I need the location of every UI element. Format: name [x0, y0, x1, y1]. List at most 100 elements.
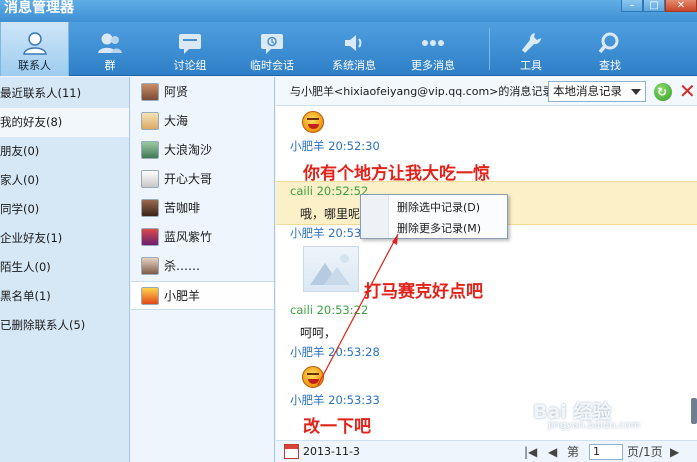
close-icon: ✕: [676, 0, 686, 11]
angry-emoticon-icon: [302, 366, 324, 388]
annotation-text: 打马赛克好点吧: [364, 282, 483, 302]
friend-name: 阿贤: [164, 85, 189, 99]
tools-button[interactable]: 工具: [499, 22, 563, 76]
page-number-input[interactable]: 1: [589, 444, 623, 460]
category-family[interactable]: 家人(0): [0, 166, 129, 195]
search-icon: [598, 32, 619, 54]
menu-icon-stripe: [361, 195, 389, 238]
page-prefix: 第: [567, 445, 580, 459]
tab-discussions-label: 讨论组: [173, 59, 207, 72]
tab-contacts[interactable]: 联系人: [0, 22, 69, 76]
avatar: [141, 83, 159, 101]
refresh-icon: ↻: [657, 85, 668, 99]
avatar: [141, 141, 159, 159]
watermark-url: jingyan.baidu.com: [548, 420, 641, 431]
category-enterprise[interactable]: 企业好友(1): [0, 224, 129, 253]
tab-system-messages-label: 系统消息: [332, 59, 376, 72]
wrench-icon: [522, 33, 542, 53]
friend-name: 大海: [164, 114, 189, 128]
friend-name: 蓝风紫竹: [164, 230, 213, 244]
avatar: [141, 199, 159, 217]
annotation-text: 你有个地方让我大吃一惊: [303, 164, 490, 184]
message-sender-line: caili 20:53:22: [290, 303, 369, 317]
delete-button[interactable]: ✕: [679, 79, 696, 103]
friend-item[interactable]: 大海: [131, 107, 274, 136]
tab-groups[interactable]: 群: [78, 22, 142, 76]
prev-page-button[interactable]: ◀: [548, 441, 557, 462]
category-my-friends[interactable]: 我的好友(8): [0, 108, 129, 137]
message-sender-line: 小肥羊 20:53:28: [290, 345, 380, 359]
avatar: [141, 257, 159, 275]
tab-more-messages-label: 更多消息: [411, 59, 455, 72]
friend-item-selected[interactable]: 小肥羊: [131, 281, 274, 310]
tab-system-messages[interactable]: 系统消息: [322, 22, 386, 76]
angry-emoticon-icon: [302, 111, 324, 133]
message-text[interactable]: 呵呵，: [300, 324, 336, 341]
close-button[interactable]: ✕: [665, 0, 697, 12]
tab-more-messages[interactable]: 更多消息: [401, 22, 465, 76]
friend-item[interactable]: 杀……: [131, 252, 274, 281]
search-label: 查找: [599, 59, 621, 72]
message-sender-line: 小肥羊 20:53: [290, 226, 362, 240]
category-friends[interactable]: 朋友(0): [0, 137, 129, 166]
friend-item[interactable]: 蓝风紫竹: [131, 223, 274, 252]
refresh-button[interactable]: ↻: [654, 83, 672, 101]
tab-contacts-label: 联系人: [18, 59, 51, 72]
friend-item[interactable]: 阿贤: [131, 78, 274, 107]
avatar: [141, 112, 159, 130]
category-recent[interactable]: 最近联系人(11): [0, 79, 129, 108]
more-dots-icon: [422, 40, 444, 46]
category-classmates[interactable]: 同学(0): [0, 195, 129, 224]
tab-temp-chat[interactable]: 临时会话: [240, 22, 304, 76]
message-sender-line: 小肥羊 20:52:30: [290, 139, 380, 153]
minimize-icon: –: [629, 0, 635, 11]
friend-name: 开心大哥: [164, 172, 213, 186]
record-source-value: 本地消息记录: [553, 84, 622, 98]
annotation-text: 改一下吧: [303, 417, 371, 437]
friend-item[interactable]: 苦咖啡: [131, 194, 274, 223]
footer-bar: 2013-11-3 |◀ ◀ 第 1 页/1页 ▶: [276, 440, 697, 462]
window-title: 消息管理器: [4, 0, 74, 16]
friend-name: 小肥羊: [164, 289, 201, 303]
toolbar-separator: [489, 28, 490, 70]
main-toolbar: 联系人 群 讨论组 临时会话 系统消息 更多消息 工具 查找: [0, 22, 697, 76]
menu-item-delete-more[interactable]: 删除更多记录(M): [397, 220, 481, 236]
category-strangers[interactable]: 陌生人(0): [0, 253, 129, 282]
category-list: 最近联系人(11) 我的好友(8) 朋友(0) 家人(0) 同学(0) 企业好友…: [0, 77, 130, 462]
maximize-icon: □: [649, 0, 659, 11]
message-header: 与小肥羊<hixiaofeiyang@vip.qq.com>的消息记录 本地消息…: [276, 77, 697, 106]
scrollbar-thumb[interactable]: [691, 398, 697, 424]
tab-groups-label: 群: [104, 59, 116, 72]
minimize-button[interactable]: –: [621, 0, 643, 12]
search-button[interactable]: 查找: [578, 22, 642, 76]
category-deleted[interactable]: 已删除联系人(5): [0, 311, 129, 340]
first-page-button[interactable]: |◀: [524, 441, 537, 462]
context-menu: 删除选中记录(D) 删除更多记录(M): [360, 194, 508, 239]
tab-discussions[interactable]: 讨论组: [158, 22, 222, 76]
avatar: [141, 228, 159, 246]
tab-temp-chat-label: 临时会话: [250, 59, 294, 72]
chevron-down-icon: [631, 89, 641, 95]
avatar: [141, 170, 159, 188]
tools-label: 工具: [520, 59, 542, 72]
current-date[interactable]: 2013-11-3: [303, 441, 360, 462]
group-icon: [98, 33, 122, 53]
friend-item[interactable]: 开心大哥: [131, 165, 274, 194]
title-bar: 消息管理器 – □ ✕: [0, 0, 697, 22]
contact-icon: [22, 32, 47, 55]
friend-name: 杀……: [164, 259, 201, 273]
friend-item[interactable]: 大浪淘沙: [131, 136, 274, 165]
speaker-icon: [345, 35, 362, 51]
category-blacklist[interactable]: 黑名单(1): [0, 282, 129, 311]
menu-item-delete-selected[interactable]: 删除选中记录(D): [397, 199, 480, 215]
image-placeholder[interactable]: [303, 246, 359, 292]
page-suffix: 页/1页: [627, 445, 663, 459]
next-page-button[interactable]: ▶: [670, 441, 679, 462]
message-sender-line: caili 20:52:52: [290, 184, 369, 198]
calendar-icon[interactable]: [284, 444, 299, 459]
record-source-select[interactable]: 本地消息记录: [548, 81, 646, 102]
message-text[interactable]: 哦，哪里呢: [300, 205, 360, 222]
maximize-button[interactable]: □: [643, 0, 665, 12]
delete-x-icon: ✕: [679, 79, 696, 103]
friend-name: 苦咖啡: [164, 201, 201, 215]
